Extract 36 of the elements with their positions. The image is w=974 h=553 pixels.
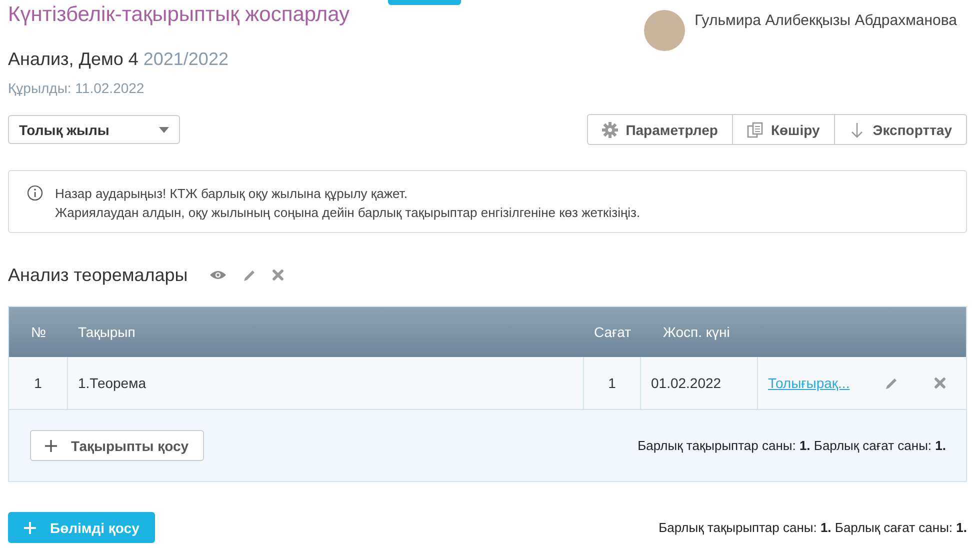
- caret-icon: [159, 126, 169, 132]
- user-name[interactable]: Гульмира Алибекқызы Абдрахманова: [694, 12, 957, 29]
- info-icon: [27, 185, 43, 201]
- plus-icon: [24, 522, 36, 534]
- table-cell: 1: [9, 357, 68, 409]
- created-date: Құрылды: 11.02.2022: [8, 80, 146, 96]
- plus-icon: [45, 440, 57, 452]
- export-button[interactable]: Экспорттау: [834, 114, 967, 145]
- plan-name: Анализ, Демо 4: [8, 49, 138, 69]
- settings-button[interactable]: Параметрлер: [586, 114, 733, 145]
- column-header: Тақырып: [77, 323, 136, 342]
- table-cell: 01.02.2022: [641, 357, 758, 409]
- copy-icon: [746, 122, 763, 138]
- close-icon: [272, 269, 284, 281]
- total-summary: Барлық тақырыптар саны: 1. Барлық сағат саны: 1.: [658, 520, 967, 535]
- table-cell: 1: [584, 357, 641, 409]
- notice-text: Жариялаудан алдын, оқу жылының соңына дейін барлық тақырыптар енгізілгеніне көз жеткізіңіз.: [55, 204, 640, 222]
- page-title: Күнтізбелік-тақырыптық жоспарлау: [8, 3, 350, 27]
- eye-icon: [208, 269, 227, 281]
- column-header: Жосп. күні: [662, 323, 731, 342]
- copy-button[interactable]: Көшіру: [732, 114, 835, 145]
- close-icon: [934, 377, 946, 389]
- column-header: №: [30, 323, 48, 342]
- period-dropdown[interactable]: Толық жылы: [8, 115, 180, 144]
- notice-text: Назар аударыңыз! КТЖ барлық оқу жылына құрылу қажет.: [55, 185, 408, 203]
- pencil-icon: [242, 268, 256, 282]
- avatar[interactable]: [644, 10, 685, 51]
- pencil-icon: [884, 376, 898, 390]
- topic-summary: Барлық тақырыптар саны: 1. Барлық сағат саны: 1.: [638, 438, 946, 453]
- down-arrow-icon: [848, 122, 865, 138]
- section-title: Анализ теоремалары: [8, 264, 188, 286]
- add-topic-button[interactable]: Тақырыпты қосу: [30, 430, 204, 461]
- column-header: Сағат: [592, 323, 632, 342]
- table-cell: 1.Теорема: [68, 357, 584, 409]
- plan-year: 2021/2022: [143, 49, 228, 69]
- gear-icon: [602, 122, 618, 138]
